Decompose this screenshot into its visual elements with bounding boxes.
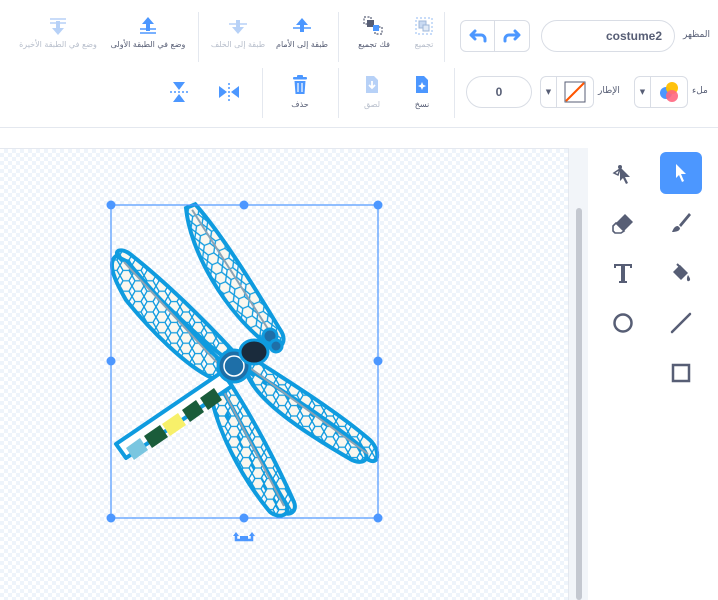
ungroup-icon (363, 16, 383, 35)
undo-icon (469, 29, 486, 43)
eraser-tool[interactable] (602, 202, 644, 244)
group-icon (415, 17, 433, 35)
rotate-handle-icon[interactable] (233, 532, 255, 542)
group-button[interactable]: تجميع (406, 16, 442, 49)
outline-label: الإطار (598, 86, 620, 96)
costume-name-input[interactable] (541, 20, 675, 52)
backward-icon (229, 20, 247, 34)
back-button[interactable]: وضع في الطبقة الأخيرة (14, 16, 102, 49)
reshape-icon (612, 165, 630, 184)
toolbar-divider (338, 12, 339, 62)
tools-palette (598, 148, 718, 600)
circle-tool[interactable] (602, 302, 644, 344)
flip-horizontal-button[interactable] (216, 82, 242, 102)
no-outline-icon (564, 81, 586, 103)
paste-label: لصق (363, 100, 381, 109)
backward-button[interactable]: طبقة إلى الخلف (208, 16, 268, 49)
delete-button[interactable]: حذف (280, 74, 320, 109)
outline-swatch (557, 77, 593, 107)
send-to-back-icon (50, 18, 66, 35)
front-label: وضع في الطبقة الأولى (110, 40, 186, 49)
fill-label: ملء (692, 86, 708, 96)
ungroup-label: فك تجميع (358, 40, 390, 49)
flip-vertical-button[interactable] (166, 80, 192, 104)
toolbar-divider (198, 12, 199, 62)
mixed-fill-icon (660, 82, 678, 102)
fill-color-dropdown[interactable]: ▼ (634, 76, 688, 108)
front-button[interactable]: وضع في الطبقة الأولى (106, 16, 190, 49)
copy-icon (416, 76, 428, 93)
undo-redo-group (460, 20, 530, 52)
brush-icon (672, 213, 691, 232)
resize-handle[interactable] (239, 200, 249, 210)
toolbar-divider (444, 12, 445, 62)
brush-tool[interactable] (660, 202, 702, 244)
resize-handle[interactable] (373, 200, 383, 210)
eraser-icon (612, 214, 633, 234)
resize-handle[interactable] (239, 513, 249, 523)
copy-label: نسخ (414, 100, 430, 109)
fill-bucket-icon (673, 263, 691, 282)
toolbar-divider (262, 68, 263, 118)
forward-button[interactable]: طبقة إلى الأمام (272, 16, 332, 49)
redo-icon (503, 29, 521, 43)
text-icon (614, 264, 632, 283)
flip-vertical-icon (170, 82, 188, 102)
undo-button[interactable] (460, 20, 495, 52)
redo-button[interactable] (495, 20, 530, 52)
fill-swatch (651, 77, 687, 107)
scrollbar-thumb[interactable] (576, 208, 582, 600)
costume-label: المظهر (683, 30, 710, 40)
forward-label: طبقة إلى الأمام (276, 40, 328, 49)
outline-width-input[interactable] (466, 76, 532, 108)
resize-handle[interactable] (373, 513, 383, 523)
resize-handle[interactable] (373, 356, 383, 366)
chevron-down-icon: ▼ (541, 77, 557, 107)
toolbar-divider (454, 68, 455, 118)
trash-icon (293, 75, 307, 94)
select-tool[interactable] (660, 152, 702, 194)
resize-handle[interactable] (106, 200, 116, 210)
paint-editor: المظهر تجميع فك تجميع طبقة إلى الأمام (0, 0, 718, 600)
paint-toolbar: المظهر تجميع فك تجميع طبقة إلى الأمام (0, 0, 718, 128)
toolbar-divider (338, 68, 339, 118)
line-tool[interactable] (660, 302, 702, 344)
copy-button[interactable]: نسخ (402, 74, 442, 109)
forward-icon (293, 18, 311, 32)
group-label: تجميع (414, 40, 434, 49)
fill-tool[interactable] (660, 252, 702, 294)
paste-icon (366, 76, 378, 93)
backward-label: طبقة إلى الخلف (210, 40, 266, 49)
flip-horizontal-icon (219, 83, 239, 101)
delete-label: حذف (291, 100, 309, 109)
outline-color-dropdown[interactable]: ▼ (540, 76, 594, 108)
reshape-tool[interactable] (602, 152, 644, 194)
dragonfly-drawing[interactable] (0, 148, 568, 600)
circle-icon (613, 313, 633, 333)
bring-to-front-icon (140, 17, 156, 34)
rectangle-icon (671, 363, 691, 383)
resize-handle[interactable] (106, 513, 116, 523)
ungroup-button[interactable]: فك تجميع (352, 16, 396, 49)
resize-handle[interactable] (106, 356, 116, 366)
select-icon (676, 164, 686, 182)
rectangle-tool[interactable] (660, 352, 702, 394)
paste-button[interactable]: لصق (352, 74, 392, 109)
line-icon (670, 312, 692, 334)
back-label: وضع في الطبقة الأخيرة (19, 40, 97, 49)
chevron-down-icon: ▼ (635, 77, 651, 107)
text-tool[interactable] (602, 252, 644, 294)
